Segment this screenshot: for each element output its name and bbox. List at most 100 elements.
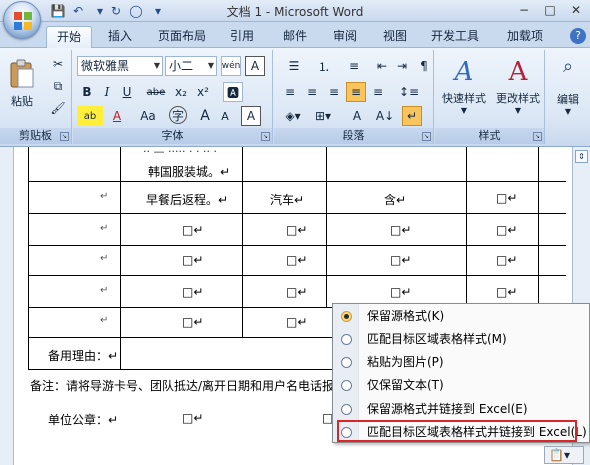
styles-group-label: 样式 bbox=[435, 128, 544, 144]
paragraph-group: ☰ ⒈ ≡ ⇤ ⇥ ¶ ≡ ≡ ≡ ≡ ≡ ↕≡ ◈▾ ⊞▾ A A↓ ↵ 段落… bbox=[274, 50, 434, 144]
character-shading-button[interactable]: A bbox=[241, 106, 261, 126]
shrink-font-button[interactable]: A bbox=[215, 106, 235, 126]
scroll-split-icon[interactable]: ⇕ bbox=[575, 150, 588, 163]
spare-reason-label: 备用理由：↵ bbox=[48, 349, 119, 363]
align-right-icon[interactable]: ≡ bbox=[324, 82, 344, 102]
table-line bbox=[242, 147, 243, 337]
table-line bbox=[120, 147, 121, 369]
change-styles-button[interactable]: A 更改样式 ▼ bbox=[491, 54, 545, 118]
sort-az-button[interactable]: A↓ bbox=[374, 106, 396, 126]
table-cell: 早餐后返程。↵ bbox=[146, 193, 229, 207]
font-color-button[interactable]: A bbox=[107, 106, 127, 126]
table-line bbox=[28, 337, 332, 338]
cut-icon[interactable]: ✂ bbox=[48, 54, 68, 74]
font-group: 微软雅黑 ▼ 小二 ▼ wén A B I U abe x₂ x² 🅰 ab A… bbox=[73, 50, 273, 144]
chevron-down-icon: ▼ bbox=[460, 105, 468, 115]
underline-button[interactable]: U bbox=[117, 82, 137, 102]
paste-button[interactable]: 粘贴 bbox=[6, 54, 38, 114]
increase-indent-button[interactable]: ⇥ bbox=[392, 56, 412, 76]
menu-item-label: 保留源格式(K) bbox=[367, 309, 445, 323]
show-marks-button[interactable]: ↵ bbox=[402, 106, 422, 126]
clear-formatting-button[interactable]: 🅰 bbox=[223, 82, 243, 102]
radio-icon bbox=[341, 380, 352, 391]
borders-button[interactable]: ⊞▾ bbox=[310, 106, 336, 126]
enclose-characters-button[interactable]: 字 bbox=[169, 106, 187, 124]
font-name-combo[interactable]: 微软雅黑 ▼ bbox=[77, 56, 163, 76]
character-border-button[interactable]: A bbox=[245, 56, 265, 76]
radio-icon bbox=[341, 311, 352, 322]
maximize-button[interactable]: □ bbox=[538, 0, 562, 19]
menu-item-keep-source-link-excel[interactable]: 保留源格式并链接到 Excel(E) bbox=[333, 398, 589, 420]
italic-button[interactable]: I bbox=[97, 82, 117, 102]
styles-launcher-icon[interactable]: ↘ bbox=[533, 132, 542, 141]
paragraph-launcher-icon[interactable]: ↘ bbox=[422, 132, 431, 141]
shading-button[interactable]: ◈▾ bbox=[280, 106, 306, 126]
tab-references[interactable]: 引用 bbox=[222, 26, 262, 48]
tab-insert[interactable]: 插入 bbox=[100, 26, 140, 48]
menu-item-paste-picture[interactable]: 粘贴为图片(P) bbox=[333, 351, 589, 373]
binoculars-icon: ⌕ bbox=[562, 56, 574, 77]
menu-item-label: 仅保留文本(T) bbox=[367, 378, 444, 392]
menu-item-label: 粘贴为图片(P) bbox=[367, 355, 444, 369]
clipboard-launcher-icon[interactable]: ↘ bbox=[60, 132, 69, 141]
menu-item-text-only[interactable]: 仅保留文本(T) bbox=[333, 374, 589, 396]
table-cell: □↵ bbox=[496, 285, 518, 299]
table-line bbox=[28, 181, 566, 182]
copy-icon[interactable]: ⧉ bbox=[48, 76, 68, 96]
help-icon[interactable]: ? bbox=[570, 28, 586, 44]
tab-review[interactable]: 审阅 bbox=[325, 26, 365, 48]
table-cell: □↵ bbox=[496, 223, 518, 237]
align-left-icon[interactable]: ≡ bbox=[280, 82, 300, 102]
sort-button[interactable]: ¶ bbox=[414, 56, 434, 76]
quick-styles-button[interactable]: A 快速样式 ▼ bbox=[437, 54, 491, 118]
tab-home[interactable]: 开始 bbox=[46, 26, 92, 48]
format-painter-icon[interactable]: 🖌 bbox=[48, 98, 68, 118]
subscript-button[interactable]: x₂ bbox=[171, 82, 191, 102]
superscript-button[interactable]: x² bbox=[193, 82, 213, 102]
paste-options-button[interactable]: 📋▾ bbox=[544, 446, 584, 464]
highlight-box bbox=[337, 420, 577, 442]
chinese-layout-button[interactable]: A bbox=[344, 106, 370, 126]
table-cell: 含↵ bbox=[384, 193, 407, 207]
line-spacing-icon[interactable]: ↕≡ bbox=[396, 82, 422, 102]
table-line bbox=[28, 275, 566, 276]
numbering-button[interactable]: ⒈ bbox=[310, 56, 338, 76]
tab-view[interactable]: 视图 bbox=[375, 26, 415, 48]
decrease-indent-button[interactable]: ⇤ bbox=[372, 56, 392, 76]
close-button[interactable]: ✕ bbox=[564, 0, 588, 19]
minimize-button[interactable]: − bbox=[512, 0, 536, 19]
menu-item-keep-source[interactable]: 保留源格式(K) bbox=[333, 305, 589, 327]
chevron-down-icon: ▼ bbox=[564, 107, 572, 116]
menu-item-match-destination[interactable]: 匹配目标区域表格样式(M) bbox=[333, 328, 589, 350]
font-launcher-icon[interactable]: ↘ bbox=[261, 132, 270, 141]
radio-icon bbox=[341, 334, 352, 345]
tab-mailings[interactable]: 邮件 bbox=[275, 26, 315, 48]
table-cell: □↵ bbox=[286, 285, 308, 299]
justify-icon[interactable]: ≡ bbox=[346, 82, 366, 102]
highlight-button[interactable]: ab bbox=[77, 106, 103, 126]
paragraph-mark: ↵ bbox=[100, 223, 109, 234]
table-cell: □↵ bbox=[390, 285, 412, 299]
tab-addins[interactable]: 加载项 bbox=[500, 26, 550, 48]
clipboard-icon bbox=[10, 59, 34, 88]
table-cell: □↵ bbox=[182, 253, 204, 267]
font-size-combo[interactable]: 小二 ▼ bbox=[165, 56, 217, 76]
distributed-icon[interactable]: ≡ bbox=[368, 82, 388, 102]
office-button[interactable] bbox=[3, 1, 41, 39]
multilevel-list-button[interactable]: ≡ bbox=[340, 56, 368, 76]
table-cell: 韩国服装城。↵ bbox=[148, 165, 231, 179]
editing-button[interactable]: ⌕ 编辑 ▼ bbox=[548, 54, 588, 118]
tab-developer[interactable]: 开发工具 bbox=[425, 26, 485, 48]
table-cell: □↵ bbox=[182, 315, 204, 329]
phonetic-guide-button[interactable]: wén bbox=[221, 56, 241, 76]
table-line bbox=[538, 147, 539, 307]
bullets-button[interactable]: ☰ bbox=[280, 56, 308, 76]
table-cell: □↵ bbox=[182, 285, 204, 299]
tab-page-layout[interactable]: 页面布局 bbox=[152, 26, 212, 48]
grow-font-button[interactable]: A bbox=[195, 106, 215, 126]
bold-button[interactable]: B bbox=[77, 82, 97, 102]
change-case-button[interactable]: Aa bbox=[135, 106, 161, 126]
align-center-icon[interactable]: ≡ bbox=[302, 82, 322, 102]
paragraph-group-label: 段落 bbox=[274, 128, 433, 144]
strikethrough-button[interactable]: abe bbox=[143, 82, 169, 102]
